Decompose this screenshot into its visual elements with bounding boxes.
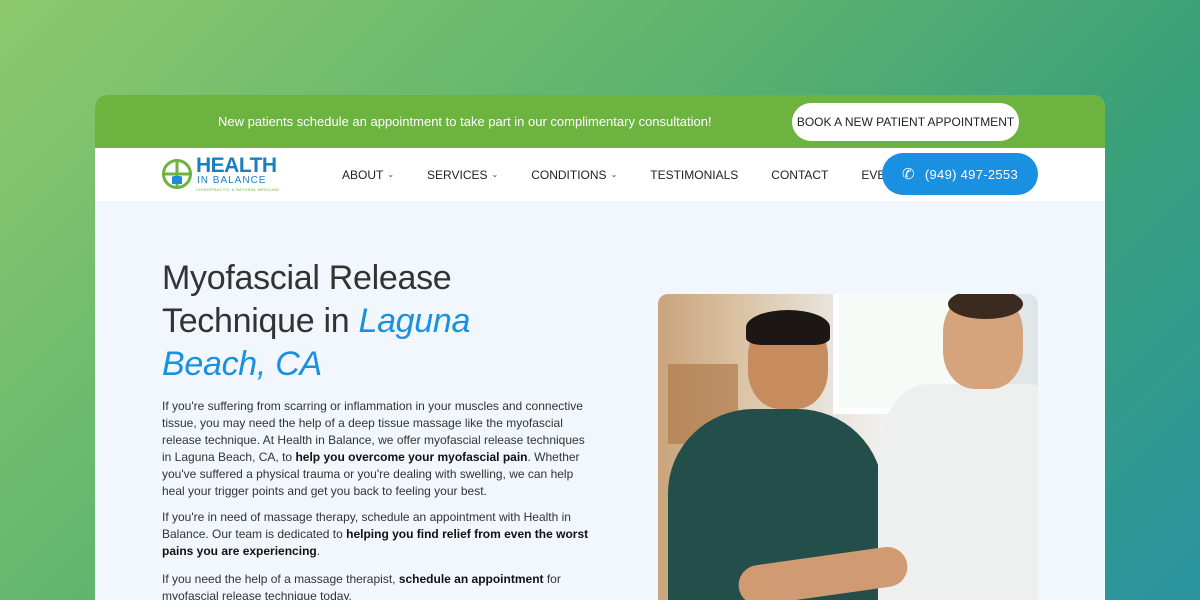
book-appointment-button[interactable]: BOOK A NEW PATIENT APPOINTMENT [792,102,1019,141]
logo-balance-text: IN BALANCE [197,175,267,186]
nav-item-contact[interactable]: CONTACT [771,168,828,182]
therapy-paragraph: If you're in need of massage therapy, sc… [162,510,589,558]
announcement-bar: New patients schedule an appointment to … [95,95,1105,148]
chevron-down-icon: ⌄ [491,170,499,179]
phone-icon: ✆ [902,166,915,183]
logo-subtitle: CHIROPRACTIC & NATURAL MEDICINE [196,187,280,192]
site-logo[interactable]: HEALTH IN BALANCE CHIROPRACTIC & NATURAL… [162,155,280,192]
nav-item-about[interactable]: ABOUT ⌄ [342,168,394,182]
logo-health-text: HEALTH [196,154,277,177]
hero-photo [658,294,1038,600]
nav-item-conditions[interactable]: CONDITIONS ⌄ [531,168,617,182]
nav-links: ABOUT ⌄ SERVICES ⌄ CONDITIONS ⌄ TESTIMONIAL… [342,148,942,201]
page-title: Myofascial Release Technique in Laguna B… [162,259,471,383]
announcement-text: New patients schedule an appointment to … [218,114,712,129]
phone-button[interactable]: ✆ (949) 497-2553 [882,153,1038,195]
chevron-down-icon: ⌄ [387,170,395,179]
nav-item-testimonials[interactable]: TESTIMONIALS [650,168,738,182]
intro-paragraph: If you're suffering from scarring or inf… [162,399,585,498]
nav-item-services[interactable]: SERVICES ⌄ [427,168,498,182]
phone-number: (949) 497-2553 [924,166,1018,182]
cta-paragraph: If you need the help of a massage therap… [162,572,561,600]
logo-icon [162,158,192,189]
chevron-down-icon: ⌄ [610,170,618,179]
main-navbar: HEALTH IN BALANCE CHIROPRACTIC & NATURAL… [95,148,1105,201]
browser-frame: New patients schedule an appointment to … [95,95,1105,600]
schedule-link[interactable]: schedule an appointment [399,572,544,586]
